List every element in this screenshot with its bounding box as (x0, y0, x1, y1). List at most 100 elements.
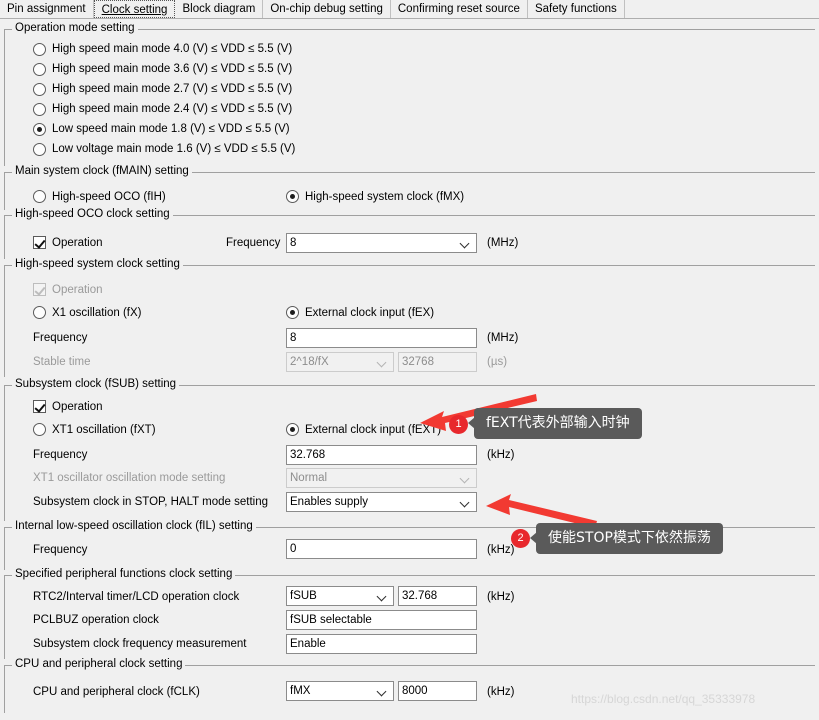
combo-hs-system-stable-time: 2^18/fX (286, 352, 394, 372)
input-cpu-peripheral-clock-frequency-value: 8000 (402, 685, 428, 697)
group-title-operation-mode: Operation mode setting (12, 22, 138, 35)
group-border-left (4, 265, 5, 377)
combo-cpu-peripheral-clock-fclk-value: fMX (290, 685, 311, 697)
radio-high-speed-2v4[interactable] (33, 103, 46, 116)
label-subsystem-operation: Operation (52, 401, 103, 413)
label-low-speed-1v8: Low speed main mode 1.8 (V) ≤ VDD ≤ 5.5 … (52, 123, 290, 135)
label-cpu-peripheral-clock-unit: (kHz) (487, 686, 515, 698)
radio-high-speed-2v7[interactable] (33, 83, 46, 96)
combo-cpu-peripheral-clock-fclk[interactable]: fMX (286, 681, 394, 701)
group-title-high-speed-system-clock: High-speed system clock setting (12, 258, 183, 271)
tab-on-chip-debug-setting[interactable]: On-chip debug setting (263, 0, 391, 18)
label-xt1-oscillation-fxt: XT1 oscillation (fXT) (52, 424, 156, 436)
radio-external-clock-input-fex[interactable] (286, 306, 299, 319)
combo-subsystem-stop-halt-value: Enables supply (290, 496, 368, 508)
checkbox-subsystem-operation[interactable] (33, 400, 46, 413)
label-hs-oco-frequency: Frequency (226, 237, 281, 249)
radio-high-speed-oco-fih[interactable] (33, 190, 46, 203)
group-title-subsystem-clock: Subsystem clock (fSUB) setting (12, 378, 180, 391)
label-subsystem-stop-halt: Subsystem clock in STOP, HALT mode setti… (33, 496, 269, 508)
input-subsystem-frequency-measurement-value: Enable (290, 638, 326, 650)
input-subsystem-frequency[interactable]: 32.768 (286, 445, 477, 465)
label-rtc2-unit: (kHz) (487, 591, 515, 603)
radio-high-speed-system-clock-fmx[interactable] (286, 190, 299, 203)
group-title-cpu-peripheral-clock: CPU and peripheral clock setting (12, 658, 186, 671)
label-hs-system-frequency: Frequency (33, 332, 88, 344)
input-rtc2-frequency[interactable]: 32.768 (398, 586, 477, 606)
checkbox-hs-oco-operation[interactable] (33, 236, 46, 249)
input-pclbuz-operation-clock-value: fSUB selectable (290, 614, 372, 626)
checkbox-hs-system-operation (33, 283, 46, 296)
combo-rtc2-operation-clock-value: fSUB (290, 590, 317, 602)
group-border-left (4, 172, 5, 210)
group-title-main-system-clock: Main system clock (fMAIN) setting (12, 165, 192, 178)
group-title-internal-low-speed: Internal low-speed oscillation clock (fI… (12, 520, 256, 533)
label-high-speed-2v4: High speed main mode 2.4 (V) ≤ VDD ≤ 5.5… (52, 103, 293, 115)
tab-pin-assignment[interactable]: Pin assignment (0, 0, 94, 18)
tab-clock-setting[interactable]: Clock setting (93, 0, 176, 18)
label-hs-system-frequency-unit: (MHz) (487, 332, 519, 344)
annotation-bubble-2: 使能STOP模式下依然振荡 (530, 523, 723, 554)
group-border-left (4, 29, 5, 166)
group-border-left (4, 665, 5, 713)
input-hs-system-frequency-value: 8 (290, 332, 297, 344)
label-subsystem-frequency-measurement: Subsystem clock frequency measurement (33, 638, 247, 650)
watermark: https://blog.csdn.net/qq_35333978 (571, 692, 756, 706)
radio-high-speed-3v6[interactable] (33, 63, 46, 76)
annotation-badge-1: 1 (449, 415, 468, 434)
combo-hs-oco-frequency[interactable]: 8 (286, 233, 477, 253)
radio-low-speed-1v8[interactable] (33, 123, 46, 136)
input-cpu-peripheral-clock-frequency[interactable]: 8000 (398, 681, 477, 701)
label-fil-frequency: Frequency (33, 544, 88, 556)
chevron-down-icon (378, 359, 387, 365)
label-hs-system-stable-time-unit: (µs) (487, 356, 508, 368)
combo-xt1-oscillator-mode: Normal (286, 468, 477, 488)
label-hs-oco-frequency-unit: (MHz) (487, 237, 519, 249)
label-high-speed-4v: High speed main mode 4.0 (V) ≤ VDD ≤ 5.5… (52, 43, 293, 55)
group-border-left (4, 385, 5, 521)
group-border-left (4, 215, 5, 259)
label-xt1-oscillator-mode: XT1 oscillator oscillation mode setting (33, 472, 226, 484)
input-pclbuz-operation-clock[interactable]: fSUB selectable (286, 610, 477, 630)
tab-block-diagram[interactable]: Block diagram (175, 0, 264, 18)
input-fil-frequency[interactable]: 0 (286, 539, 477, 559)
tab-safety-functions[interactable]: Safety functions (527, 0, 625, 18)
combo-hs-oco-frequency-value: 8 (290, 237, 297, 249)
label-high-speed-3v6: High speed main mode 3.6 (V) ≤ VDD ≤ 5.5… (52, 63, 293, 75)
radio-external-clock-input-fext[interactable] (286, 423, 299, 436)
label-high-speed-2v7: High speed main mode 2.7 (V) ≤ VDD ≤ 5.5… (52, 83, 293, 95)
group-title-peripheral-functions: Specified peripheral functions clock set… (12, 568, 236, 581)
chevron-down-icon (461, 475, 470, 481)
chevron-down-icon (461, 499, 470, 505)
combo-subsystem-stop-halt[interactable]: Enables supply (286, 492, 477, 512)
input-hs-system-stable-time-number: 32768 (398, 352, 477, 372)
combo-rtc2-operation-clock[interactable]: fSUB (286, 586, 394, 606)
tab-confirming-reset-source[interactable]: Confirming reset source (390, 0, 528, 18)
group-title-high-speed-oco: High-speed OCO clock setting (12, 208, 173, 221)
input-hs-system-frequency[interactable]: 8 (286, 328, 477, 348)
chevron-down-icon (378, 593, 387, 599)
tab-bar: Pin assignment Clock setting Block diagr… (0, 0, 819, 19)
group-border-left (4, 575, 5, 659)
input-rtc2-frequency-value: 32.768 (402, 590, 438, 602)
label-high-speed-system-clock-fmx: High-speed system clock (fMX) (305, 191, 465, 203)
chevron-down-icon (461, 240, 470, 246)
input-subsystem-frequency-value: 32.768 (290, 449, 326, 461)
label-low-voltage-1v6: Low voltage main mode 1.6 (V) ≤ VDD ≤ 5.… (52, 143, 296, 155)
label-subsystem-frequency: Frequency (33, 449, 88, 461)
chevron-down-icon (378, 688, 387, 694)
radio-xt1-oscillation-fxt[interactable] (33, 423, 46, 436)
label-high-speed-oco-fih: High-speed OCO (fIH) (52, 191, 166, 203)
label-cpu-peripheral-clock-fclk: CPU and peripheral clock (fCLK) (33, 686, 200, 698)
input-subsystem-frequency-measurement[interactable]: Enable (286, 634, 477, 654)
annotation-badge-2: 2 (511, 529, 530, 548)
radio-high-speed-4v[interactable] (33, 43, 46, 56)
group-border-left (4, 527, 5, 570)
label-hs-system-stable-time: Stable time (33, 356, 91, 368)
radio-low-voltage-1v6[interactable] (33, 143, 46, 156)
radio-x1-oscillation-fx[interactable] (33, 306, 46, 319)
label-fil-frequency-unit: (kHz) (487, 544, 515, 556)
label-rtc2-operation-clock: RTC2/Interval timer/LCD operation clock (33, 591, 240, 603)
label-x1-oscillation-fx: X1 oscillation (fX) (52, 307, 142, 319)
combo-hs-system-stable-time-value: 2^18/fX (290, 356, 329, 368)
